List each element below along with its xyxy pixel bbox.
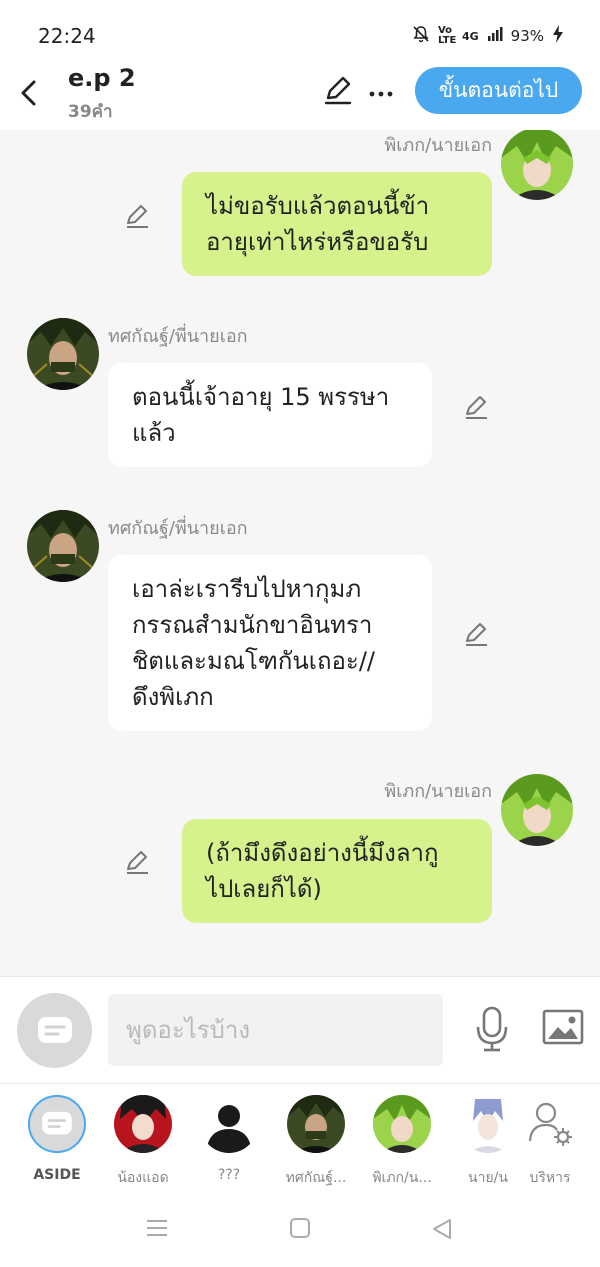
character-avatar [287, 1095, 345, 1153]
system-nav-bar [0, 1195, 600, 1267]
chat-area[interactable]: พิเภก/นายเอก ไม่ขอรับแล้วตอนนี้ข้า อายุเ… [0, 130, 600, 976]
character-avatar [200, 1095, 258, 1153]
character-manage-icon-wrap [521, 1095, 579, 1153]
pencil-icon [127, 205, 148, 228]
character-label: บริหาร [529, 1170, 571, 1186]
speech-bubble-icon [42, 1111, 72, 1135]
message-line: ดึงพิเภก [132, 683, 214, 711]
status-bar: 22:24 Vo LTE 4G 93% [0, 0, 600, 64]
edit-message-button[interactable] [462, 620, 490, 648]
message-bubble[interactable]: ไม่ขอรับแล้วตอนนี้ข้า อายุเท่าไหร่หรือขอ… [182, 172, 492, 276]
pencil-icon [127, 851, 148, 874]
voice-input-button[interactable] [474, 1005, 510, 1053]
character-item[interactable]: น้องแอด [103, 1095, 183, 1189]
message-sender-name: ทศกัณฐ์/พี่นายเอก [108, 518, 248, 539]
manage-characters-button[interactable]: บริหาร [510, 1095, 590, 1189]
message-bubble[interactable]: ตอนนี้เจ้าอายุ 15 พรรษา แล้ว [108, 363, 432, 467]
top-bar: e.p 2 39คำ ขั้นตอนต่อไป [0, 58, 600, 130]
message-sender-name: พิเภก/นายเอก [384, 135, 492, 156]
character-avatar [28, 1095, 86, 1153]
episode-title: e.p 2 [68, 64, 136, 92]
character-aside[interactable]: ASIDE [17, 1095, 97, 1183]
more-horizontal-icon [369, 91, 393, 97]
character-avatar [459, 1095, 517, 1153]
character-item[interactable]: ทศกัณฐ์... [276, 1095, 356, 1189]
character-avatar [114, 1095, 172, 1153]
character-label: ??? [217, 1167, 241, 1183]
character-label: น้องแอด [117, 1170, 169, 1186]
edit-message-button[interactable] [462, 393, 490, 421]
message-line: อายุเท่าไหร่หรือขอรับ [206, 228, 429, 256]
message-line: เอาล่ะเรารีบไปหากุมภ [132, 575, 362, 603]
square-icon [290, 1218, 310, 1238]
edit-message-button[interactable] [123, 202, 151, 230]
more-options-button[interactable] [368, 84, 394, 97]
status-time: 22:24 [38, 24, 96, 48]
character-label: ทศกัณฐ์... [285, 1170, 347, 1186]
home-button[interactable] [289, 1217, 311, 1243]
pencil-icon [324, 76, 352, 105]
message-bubble[interactable]: (ถ้ามึงดึงอย่างนี้มึงลากู ไปเลยก็ได้) [182, 819, 492, 923]
narration-toggle-button[interactable] [17, 993, 92, 1068]
menu-button[interactable] [146, 1217, 168, 1243]
back-nav-button[interactable] [430, 1217, 454, 1245]
user-settings-icon [528, 1102, 572, 1146]
edit-title-button[interactable] [322, 74, 354, 106]
triangle-back-icon [433, 1219, 451, 1239]
edit-message-button[interactable] [123, 848, 151, 876]
volte-icon: Vo LTE [437, 25, 457, 46]
avatar-thotsakan[interactable] [27, 510, 99, 582]
battery-percent: 93% [510, 27, 544, 45]
avatar-phiphek[interactable] [501, 130, 573, 200]
message-line: ไม่ขอรับแล้วตอนนี้ข้า [206, 192, 430, 220]
menu-icon [147, 1220, 167, 1236]
battery-charging-icon [552, 24, 564, 48]
character-label: ASIDE [33, 1167, 81, 1183]
pencil-icon [466, 623, 487, 646]
message-sender-name: ทศกัณฐ์/พี่นายเอก [108, 326, 248, 347]
signal-icon [487, 26, 503, 46]
message-sender-name: พิเภก/นายเอก [384, 781, 492, 802]
insert-image-button[interactable] [542, 1009, 584, 1045]
message-line: ไปเลยก็ได้) [206, 875, 322, 903]
message-bubble[interactable]: เอาล่ะเรารีบไปหากุมภ กรรณสำมนักขาอินทรา … [108, 555, 432, 731]
network-type: 4G [461, 29, 479, 43]
chevron-left-icon [21, 80, 36, 106]
speech-bubble-icon [37, 1016, 72, 1043]
avatar-thotsakan[interactable] [27, 318, 99, 390]
avatar-phiphek[interactable] [501, 774, 573, 846]
status-icons: Vo LTE 4G 93% [412, 24, 564, 48]
character-selector: ASIDE น้องแอด ??? ทศกัณฐ์... พิเภก/น... … [0, 1085, 600, 1195]
message-line: ชิตและมณโฑกันเถอะ// [132, 647, 375, 675]
character-avatar [373, 1095, 431, 1153]
message-line: (ถ้ามึงดึงอย่างนี้มึงลากู [206, 839, 439, 867]
bell-off-icon [412, 25, 430, 47]
next-step-button[interactable]: ขั้นตอนต่อไป [415, 67, 582, 114]
composer-bar [0, 976, 600, 1084]
character-label: พิเภก/น... [372, 1170, 432, 1186]
message-line: แล้ว [132, 419, 176, 447]
character-item[interactable]: ??? [189, 1095, 269, 1183]
message-line: กรรณสำมนักขาอินทรา [132, 611, 373, 639]
message-input[interactable] [108, 994, 443, 1066]
message-line: ตอนนี้เจ้าอายุ 15 พรรษา [132, 383, 390, 411]
pencil-icon [466, 396, 487, 419]
word-count: 39คำ [68, 102, 113, 122]
image-icon [542, 1009, 584, 1045]
back-button[interactable] [14, 72, 46, 112]
character-item[interactable]: พิเภก/น... [362, 1095, 442, 1189]
microphone-icon [476, 1006, 508, 1052]
